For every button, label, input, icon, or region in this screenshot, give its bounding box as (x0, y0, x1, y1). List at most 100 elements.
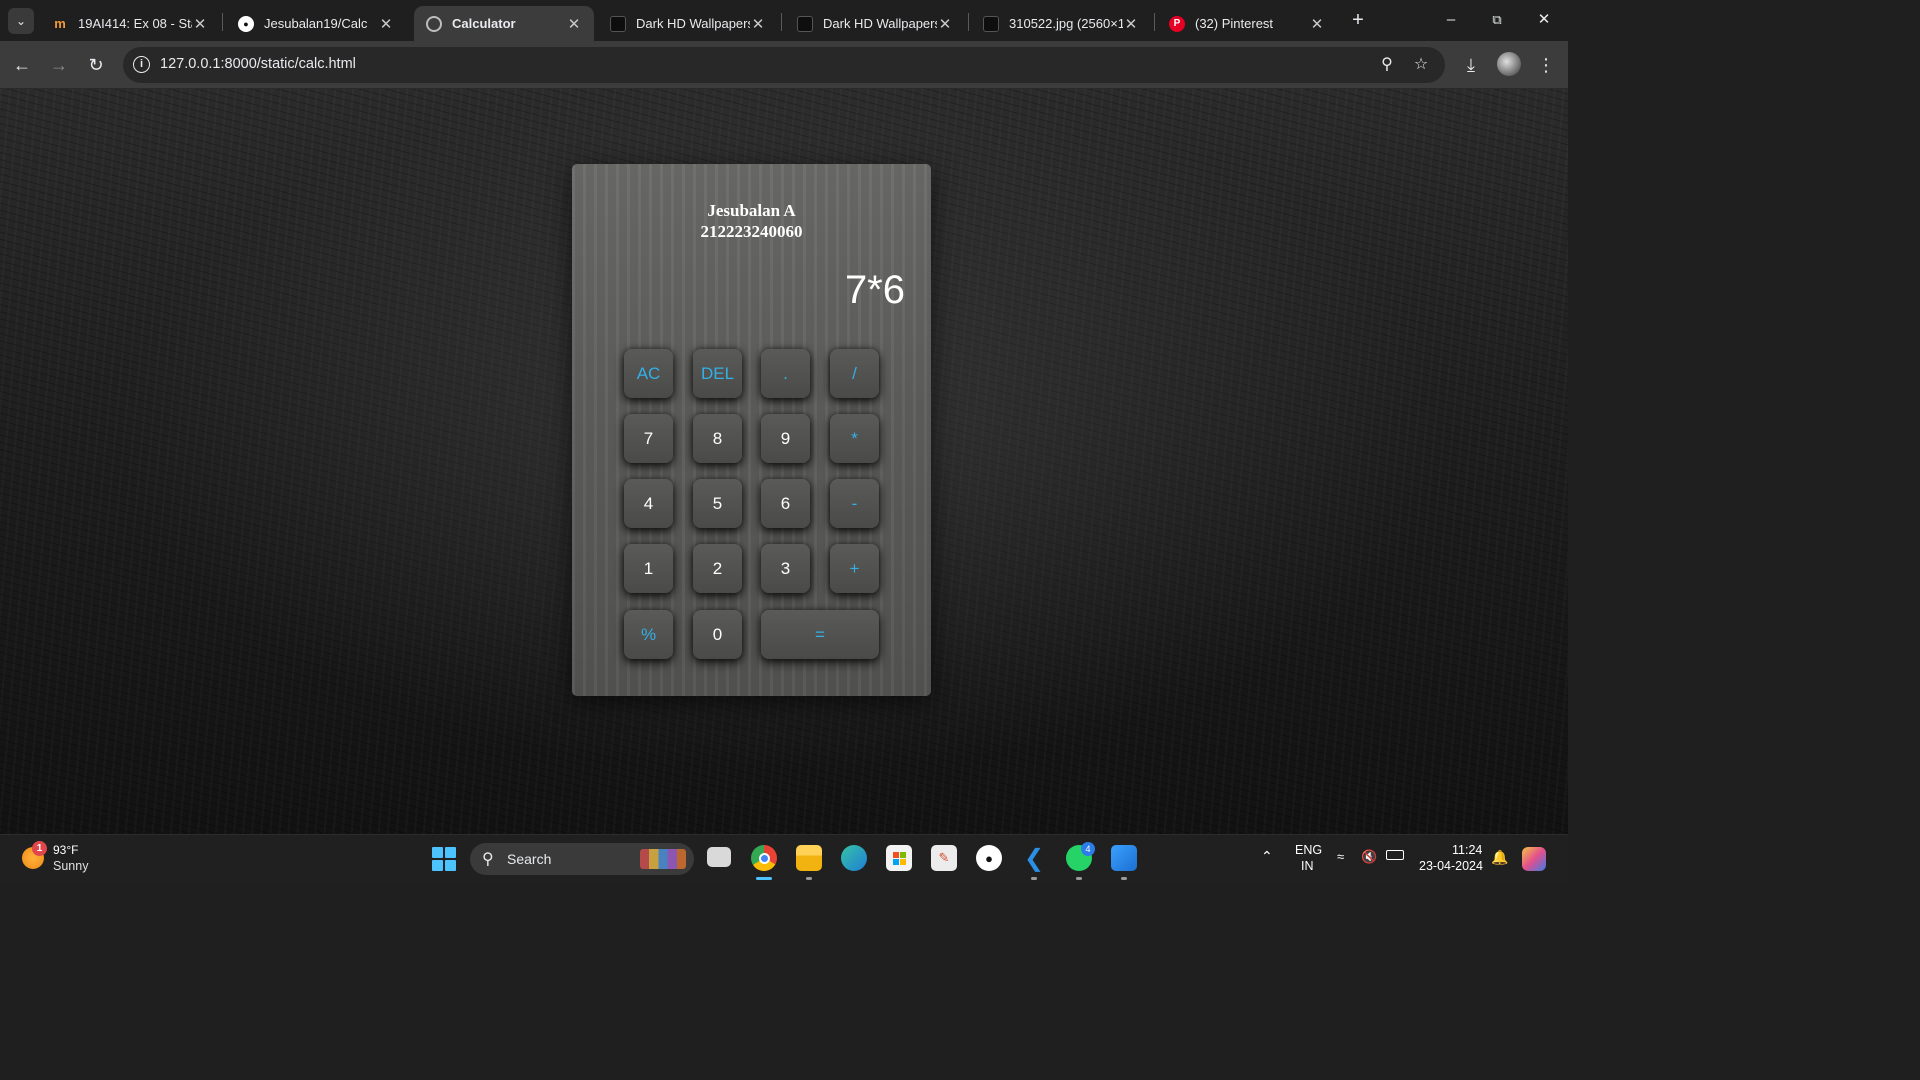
whatsapp-badge: 4 (1081, 842, 1095, 856)
reload-icon[interactable]: ↻ (84, 53, 108, 77)
clock-time[interactable]: 11:24 (1452, 843, 1482, 857)
search-highlight-image (640, 849, 686, 869)
site-info-icon[interactable]: i (133, 56, 150, 73)
digit-0-button[interactable]: 0 (693, 610, 742, 659)
copilot-icon[interactable] (1522, 847, 1546, 871)
image-icon (983, 15, 999, 32)
wifi-icon[interactable]: ≈ (1337, 849, 1344, 864)
vscode-indicator (1031, 877, 1037, 880)
close-icon[interactable]: ✕ (750, 15, 766, 33)
tab-title: Dark HD Wallpapers (823, 16, 937, 31)
task-view-icon[interactable] (707, 847, 731, 867)
calculator-display: 7*6 (844, 268, 905, 312)
tab-divider (1154, 13, 1155, 31)
notepad-icon[interactable]: ✎ (931, 845, 957, 871)
tab-moodle[interactable]: m 19AI414: Ex 08 - Stan ✕ (40, 6, 220, 41)
owner-name: Jesubalan A (707, 201, 796, 220)
taskbar-search-box[interactable]: ⚲ Search (470, 843, 694, 875)
multiply-button[interactable]: * (830, 414, 879, 463)
owner-id: 212223240060 (700, 222, 803, 241)
github-desktop-icon[interactable]: ● (976, 845, 1002, 871)
language-region[interactable]: IN (1301, 859, 1314, 873)
new-tab-plus-icon[interactable]: + (1346, 9, 1370, 33)
tab-title: Calculator (452, 16, 516, 31)
tab-title: Jesubalan19/Calc (264, 16, 368, 31)
explorer-indicator (806, 877, 812, 880)
digit-1-button[interactable]: 1 (624, 544, 673, 593)
clock-date[interactable]: 23-04-2024 (1419, 859, 1483, 873)
tab-strip: ⌄ m 19AI414: Ex 08 - Stan ✕ ● Jesubalan1… (0, 0, 1568, 41)
calculator-panel: Jesubalan A 212223240060 7*6 AC DEL . / … (572, 164, 931, 696)
tab-pinterest[interactable]: P (32) Pinterest ✕ (1157, 6, 1337, 41)
decimal-button[interactable]: . (761, 349, 810, 398)
plus-button[interactable]: + (830, 544, 879, 593)
close-icon[interactable]: ✕ (192, 15, 208, 33)
back-arrow-icon[interactable]: ← (10, 53, 34, 77)
digit-4-button[interactable]: 4 (624, 479, 673, 528)
tab-divider (968, 13, 969, 31)
notification-bell-icon[interactable]: 🔔 (1491, 849, 1508, 866)
equals-button[interactable]: = (761, 610, 879, 659)
url-text[interactable]: 127.0.0.1:8000/static/calc.html (160, 56, 356, 72)
minimize-icon[interactable]: – (1437, 8, 1465, 32)
digit-6-button[interactable]: 6 (761, 479, 810, 528)
close-icon[interactable]: ✕ (937, 15, 953, 33)
tab-title: 310522.jpg (2560×16 (1009, 16, 1123, 31)
tab-search-chevron-icon[interactable]: ⌄ (8, 8, 34, 34)
tab-title: 19AI414: Ex 08 - Stan (78, 16, 192, 31)
windows-start-icon[interactable] (432, 847, 456, 871)
digit-7-button[interactable]: 7 (624, 414, 673, 463)
digit-9-button[interactable]: 9 (761, 414, 810, 463)
restore-icon[interactable]: ⧉ (1483, 8, 1511, 32)
tab-title: (32) Pinterest (1195, 16, 1274, 31)
ac-button[interactable]: AC (624, 349, 673, 398)
battery-icon[interactable] (1386, 850, 1404, 860)
close-icon[interactable]: ✕ (566, 15, 582, 33)
download-icon[interactable]: ⤓ (1459, 53, 1483, 77)
photos-icon[interactable] (1111, 845, 1137, 871)
pinterest-icon: P (1169, 15, 1185, 32)
language-code[interactable]: ENG (1295, 843, 1322, 857)
address-bar[interactable]: i 127.0.0.1:8000/static/calc.html ⚲ ☆ (123, 47, 1445, 83)
tab-calculator[interactable]: Calculator ✕ (414, 6, 594, 41)
digit-2-button[interactable]: 2 (693, 544, 742, 593)
forward-arrow-icon[interactable]: → (47, 53, 71, 77)
page-background: Jesubalan A 212223240060 7*6 AC DEL . / … (0, 89, 1568, 834)
tab-github[interactable]: ● Jesubalan19/Calc ✕ (226, 6, 406, 41)
zoom-icon[interactable]: ⚲ (1376, 54, 1398, 76)
weather-temperature[interactable]: 93°F (53, 843, 78, 857)
bookmark-star-icon[interactable]: ☆ (1410, 54, 1432, 76)
close-icon[interactable]: ✕ (378, 15, 394, 33)
moodle-icon: m (54, 16, 66, 31)
divide-button[interactable]: / (830, 349, 879, 398)
weather-condition[interactable]: Sunny (53, 859, 88, 873)
tray-chevron-up-icon[interactable]: ⌃ (1261, 848, 1273, 865)
image-icon (610, 15, 626, 32)
digit-5-button[interactable]: 5 (693, 479, 742, 528)
taskbar: 1 93°F Sunny ⚲ Search ✎ ● ❮ 4 ⌃ ENG IN ≈… (0, 834, 1568, 882)
file-explorer-icon[interactable] (796, 845, 822, 871)
digit-3-button[interactable]: 3 (761, 544, 810, 593)
close-icon[interactable]: ✕ (1309, 15, 1325, 33)
chrome-active-indicator (756, 877, 772, 880)
tab-dark-wallpapers-2[interactable]: Dark HD Wallpapers ✕ (785, 6, 965, 41)
tab-divider (222, 13, 223, 31)
minus-button[interactable]: - (830, 479, 879, 528)
chrome-icon[interactable] (751, 845, 777, 871)
profile-avatar[interactable] (1497, 52, 1521, 76)
tab-divider (781, 13, 782, 31)
vscode-icon[interactable]: ❮ (1021, 845, 1047, 872)
edge-icon[interactable] (841, 845, 867, 871)
speaker-muted-icon[interactable]: 🔇 (1361, 849, 1377, 865)
window-close-icon[interactable]: ✕ (1530, 8, 1558, 32)
microsoft-store-icon[interactable] (886, 845, 912, 871)
percent-button[interactable]: % (624, 610, 673, 659)
menu-kebab-icon[interactable]: ⋮ (1534, 53, 1558, 77)
digit-8-button[interactable]: 8 (693, 414, 742, 463)
globe-icon (426, 15, 442, 32)
delete-button[interactable]: DEL (693, 349, 742, 398)
tab-dark-wallpapers-1[interactable]: Dark HD Wallpapers ✕ (598, 6, 778, 41)
owner-info: Jesubalan A 212223240060 (572, 200, 931, 242)
tab-image-310522[interactable]: 310522.jpg (2560×16 ✕ (971, 6, 1151, 41)
close-icon[interactable]: ✕ (1123, 15, 1139, 33)
